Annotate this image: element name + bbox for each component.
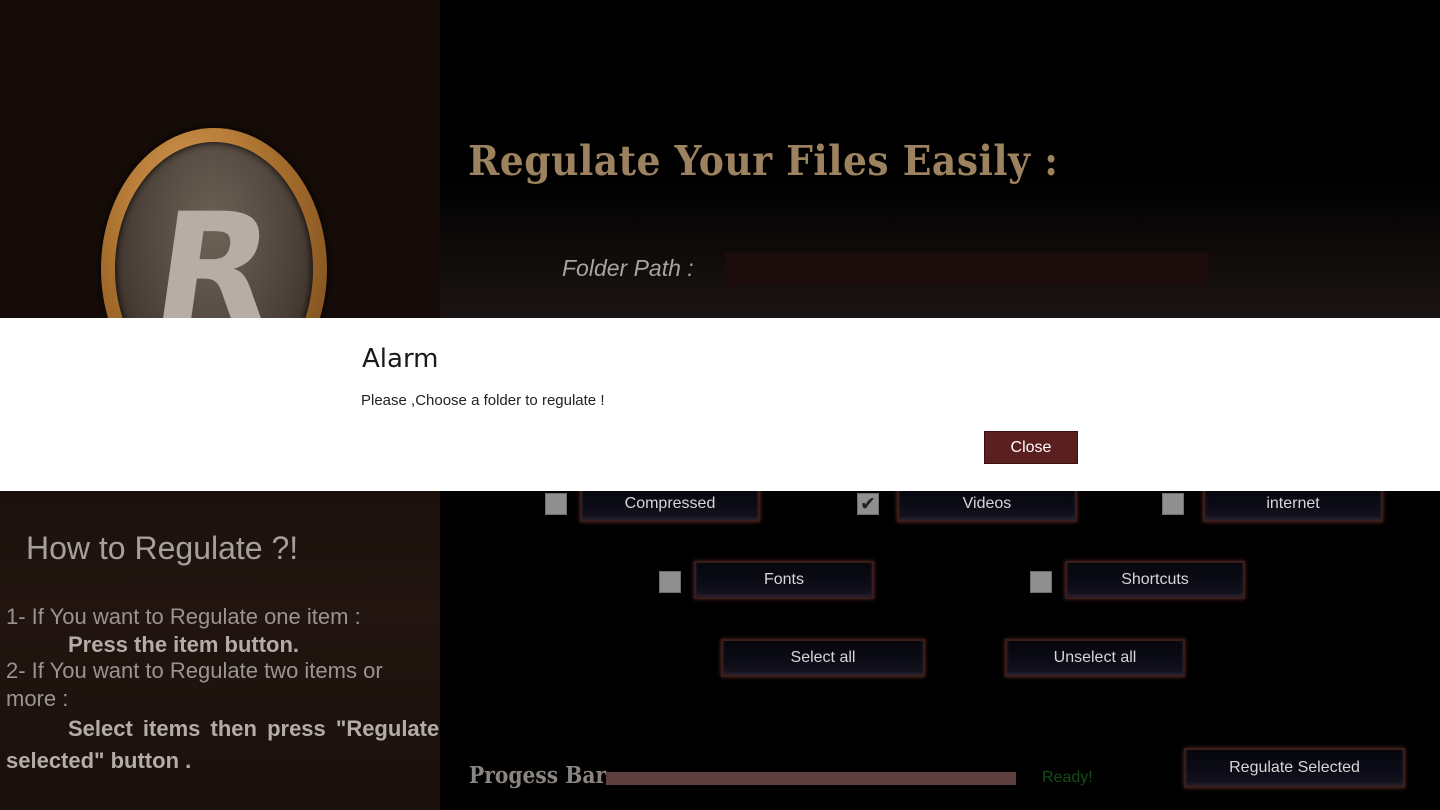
close-button[interactable]: Close <box>984 431 1078 464</box>
howto-line-1: 1- If You want to Regulate one item : <box>6 604 361 629</box>
checkbox-fonts[interactable] <box>659 571 681 593</box>
howto-line-2: Press the item button. <box>68 632 300 657</box>
internet-button[interactable]: internet <box>1203 486 1383 522</box>
howto-line-3: 2- If You want to Regulate two items or <box>6 658 383 683</box>
checkbox-videos[interactable]: ✔ <box>857 493 879 515</box>
checkbox-shortcuts[interactable] <box>1030 571 1052 593</box>
status-text: Ready! <box>1042 769 1093 786</box>
regulate-selected-button[interactable]: Regulate Selected <box>1184 748 1405 788</box>
checkbox-compressed[interactable] <box>545 493 567 515</box>
folder-path-label: Folder Path : <box>562 255 694 281</box>
app-title: Regulate Your Files Easily : <box>468 137 1059 185</box>
howto-line-5: Select items then press "Regulate <box>68 716 440 741</box>
folder-path-input[interactable] <box>725 253 1208 286</box>
alarm-dialog: Alarm Please ,Choose a folder to regulat… <box>0 318 1440 491</box>
dialog-title: Alarm <box>362 344 439 374</box>
howto-line-4: more : <box>6 686 69 711</box>
select-all-button[interactable]: Select all <box>721 639 925 677</box>
videos-button[interactable]: Videos <box>897 486 1077 522</box>
checkbox-internet[interactable] <box>1162 493 1184 515</box>
fonts-button[interactable]: Fonts <box>694 561 874 599</box>
dialog-message: Please ,Choose a folder to regulate ! <box>361 392 605 409</box>
compressed-button[interactable]: Compressed <box>580 486 760 522</box>
progress-label: Progess Bar <box>469 762 607 789</box>
shortcuts-button[interactable]: Shortcuts <box>1065 561 1245 599</box>
progress-fill <box>606 772 1016 785</box>
howto-line-6: selected" button . <box>6 748 192 773</box>
unselect-all-button[interactable]: Unselect all <box>1005 639 1185 677</box>
howto-title: How to Regulate ?! <box>26 530 299 566</box>
progress-bar <box>606 772 1016 785</box>
